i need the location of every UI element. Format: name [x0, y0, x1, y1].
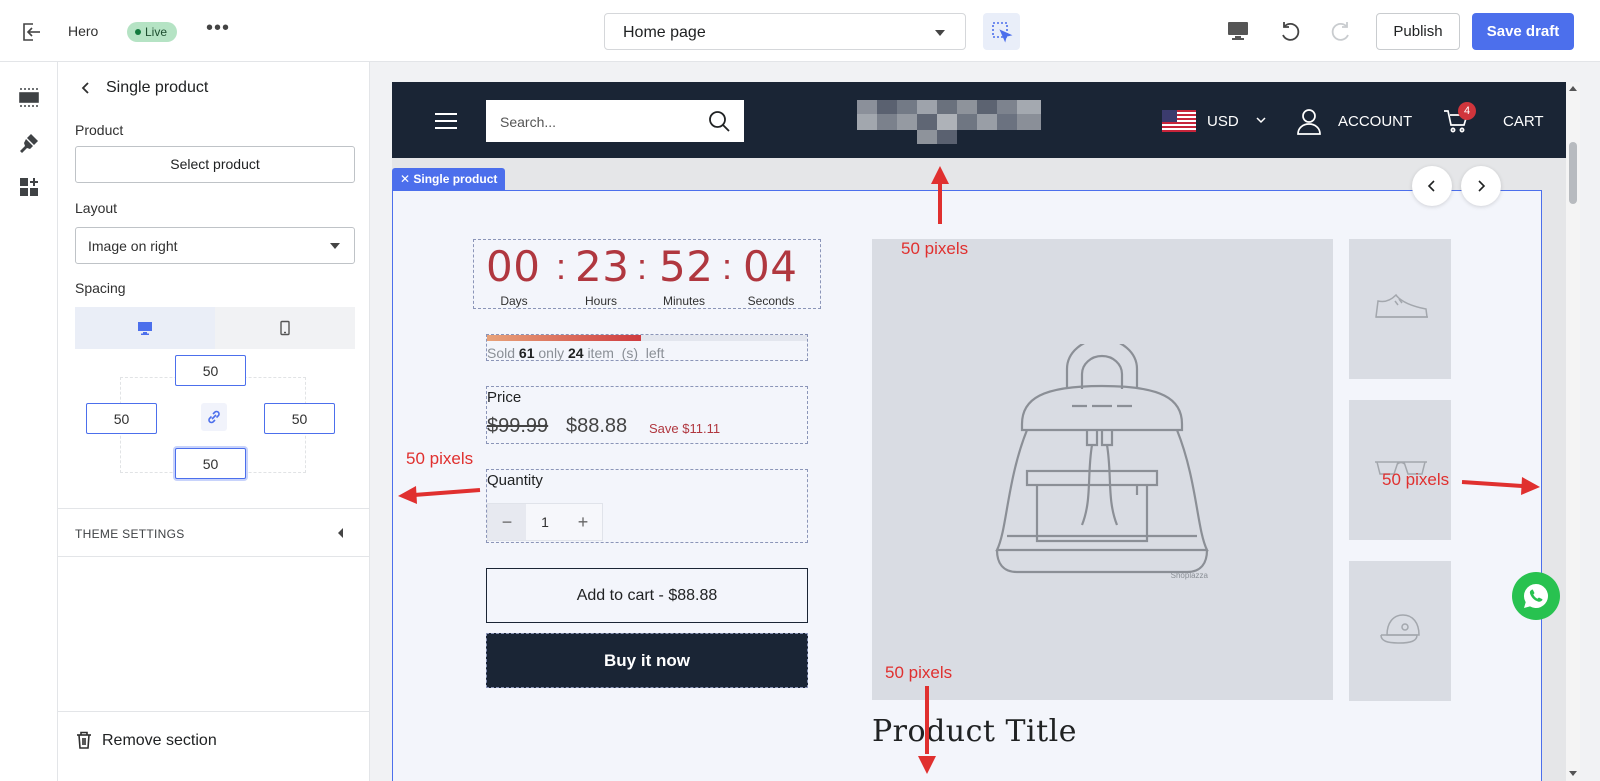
tab-desktop[interactable]	[75, 307, 215, 349]
scroll-down-arrow-icon[interactable]	[1569, 771, 1577, 776]
more-options-icon[interactable]: •••	[206, 18, 230, 38]
store-preview: Search... USD ACCOUNT 4 CART ✕ Single pr…	[392, 82, 1566, 781]
desktop-icon	[138, 322, 152, 335]
trash-icon	[77, 731, 91, 749]
page-select-value: Home page	[623, 24, 706, 41]
arrow-right	[1461, 477, 1540, 495]
redo-icon[interactable]	[1328, 18, 1354, 44]
top-bar: Hero Live ••• Home page Publish Save dra…	[0, 0, 1600, 62]
status-badge: Live	[127, 22, 178, 42]
divider	[58, 711, 369, 712]
page-select[interactable]: Home page	[604, 13, 966, 50]
left-rail	[0, 62, 58, 781]
chevron-down-icon	[330, 243, 340, 249]
arrow-up	[931, 166, 949, 224]
save-draft-button[interactable]: Save draft	[1472, 13, 1574, 50]
product-label: Product	[75, 122, 124, 138]
layout-select-value: Image on right	[88, 238, 178, 254]
publish-button[interactable]: Publish	[1376, 13, 1460, 50]
select-product-button[interactable]: Select product	[75, 146, 355, 183]
spacing-left-input[interactable]	[86, 403, 157, 434]
arrow-left	[398, 486, 481, 504]
remove-section-label: Remove section	[102, 732, 217, 749]
chevron-left-icon[interactable]	[338, 528, 343, 538]
sections-icon[interactable]	[18, 86, 40, 108]
layout-select[interactable]: Image on right	[75, 227, 355, 264]
settings-panel: Single product Product Select product La…	[58, 62, 370, 781]
divider	[58, 556, 369, 557]
tab-mobile[interactable]	[215, 307, 355, 349]
theme-brush-icon[interactable]	[18, 132, 40, 154]
desktop-preview-icon[interactable]	[1225, 18, 1251, 44]
layout-label: Layout	[75, 200, 118, 216]
chevron-down-icon	[935, 30, 945, 36]
link-icon	[208, 410, 220, 424]
device-tabs	[75, 307, 355, 349]
remove-section-button[interactable]: Remove section	[75, 730, 217, 754]
inspector-toggle-button[interactable]	[983, 13, 1020, 50]
annotation-arrows	[398, 166, 1540, 774]
scrollbar-thumb[interactable]	[1569, 142, 1577, 204]
link-spacing-button[interactable]	[201, 403, 227, 431]
spacing-right-input[interactable]	[264, 403, 335, 434]
preview-scrollbar[interactable]	[1566, 82, 1580, 781]
back-arrow-icon[interactable]	[78, 80, 94, 96]
arrow-down	[918, 686, 936, 774]
mobile-icon	[280, 320, 290, 336]
undo-icon[interactable]	[1277, 18, 1303, 44]
spacing-top-input[interactable]	[175, 355, 246, 386]
spacing-bottom-input[interactable]	[175, 448, 246, 479]
apps-icon[interactable]	[18, 176, 40, 198]
exit-icon[interactable]	[20, 21, 42, 43]
preview-canvas: Search... USD ACCOUNT 4 CART ✕ Single pr…	[370, 62, 1600, 781]
theme-settings-label[interactable]: THEME SETTINGS	[75, 527, 185, 541]
scroll-up-arrow-icon[interactable]	[1569, 86, 1577, 91]
spacing-label: Spacing	[75, 280, 126, 296]
panel-title: Single product	[106, 79, 209, 96]
divider	[58, 508, 369, 509]
section-name: Hero	[68, 23, 99, 39]
select-cursor-icon	[992, 22, 1013, 43]
